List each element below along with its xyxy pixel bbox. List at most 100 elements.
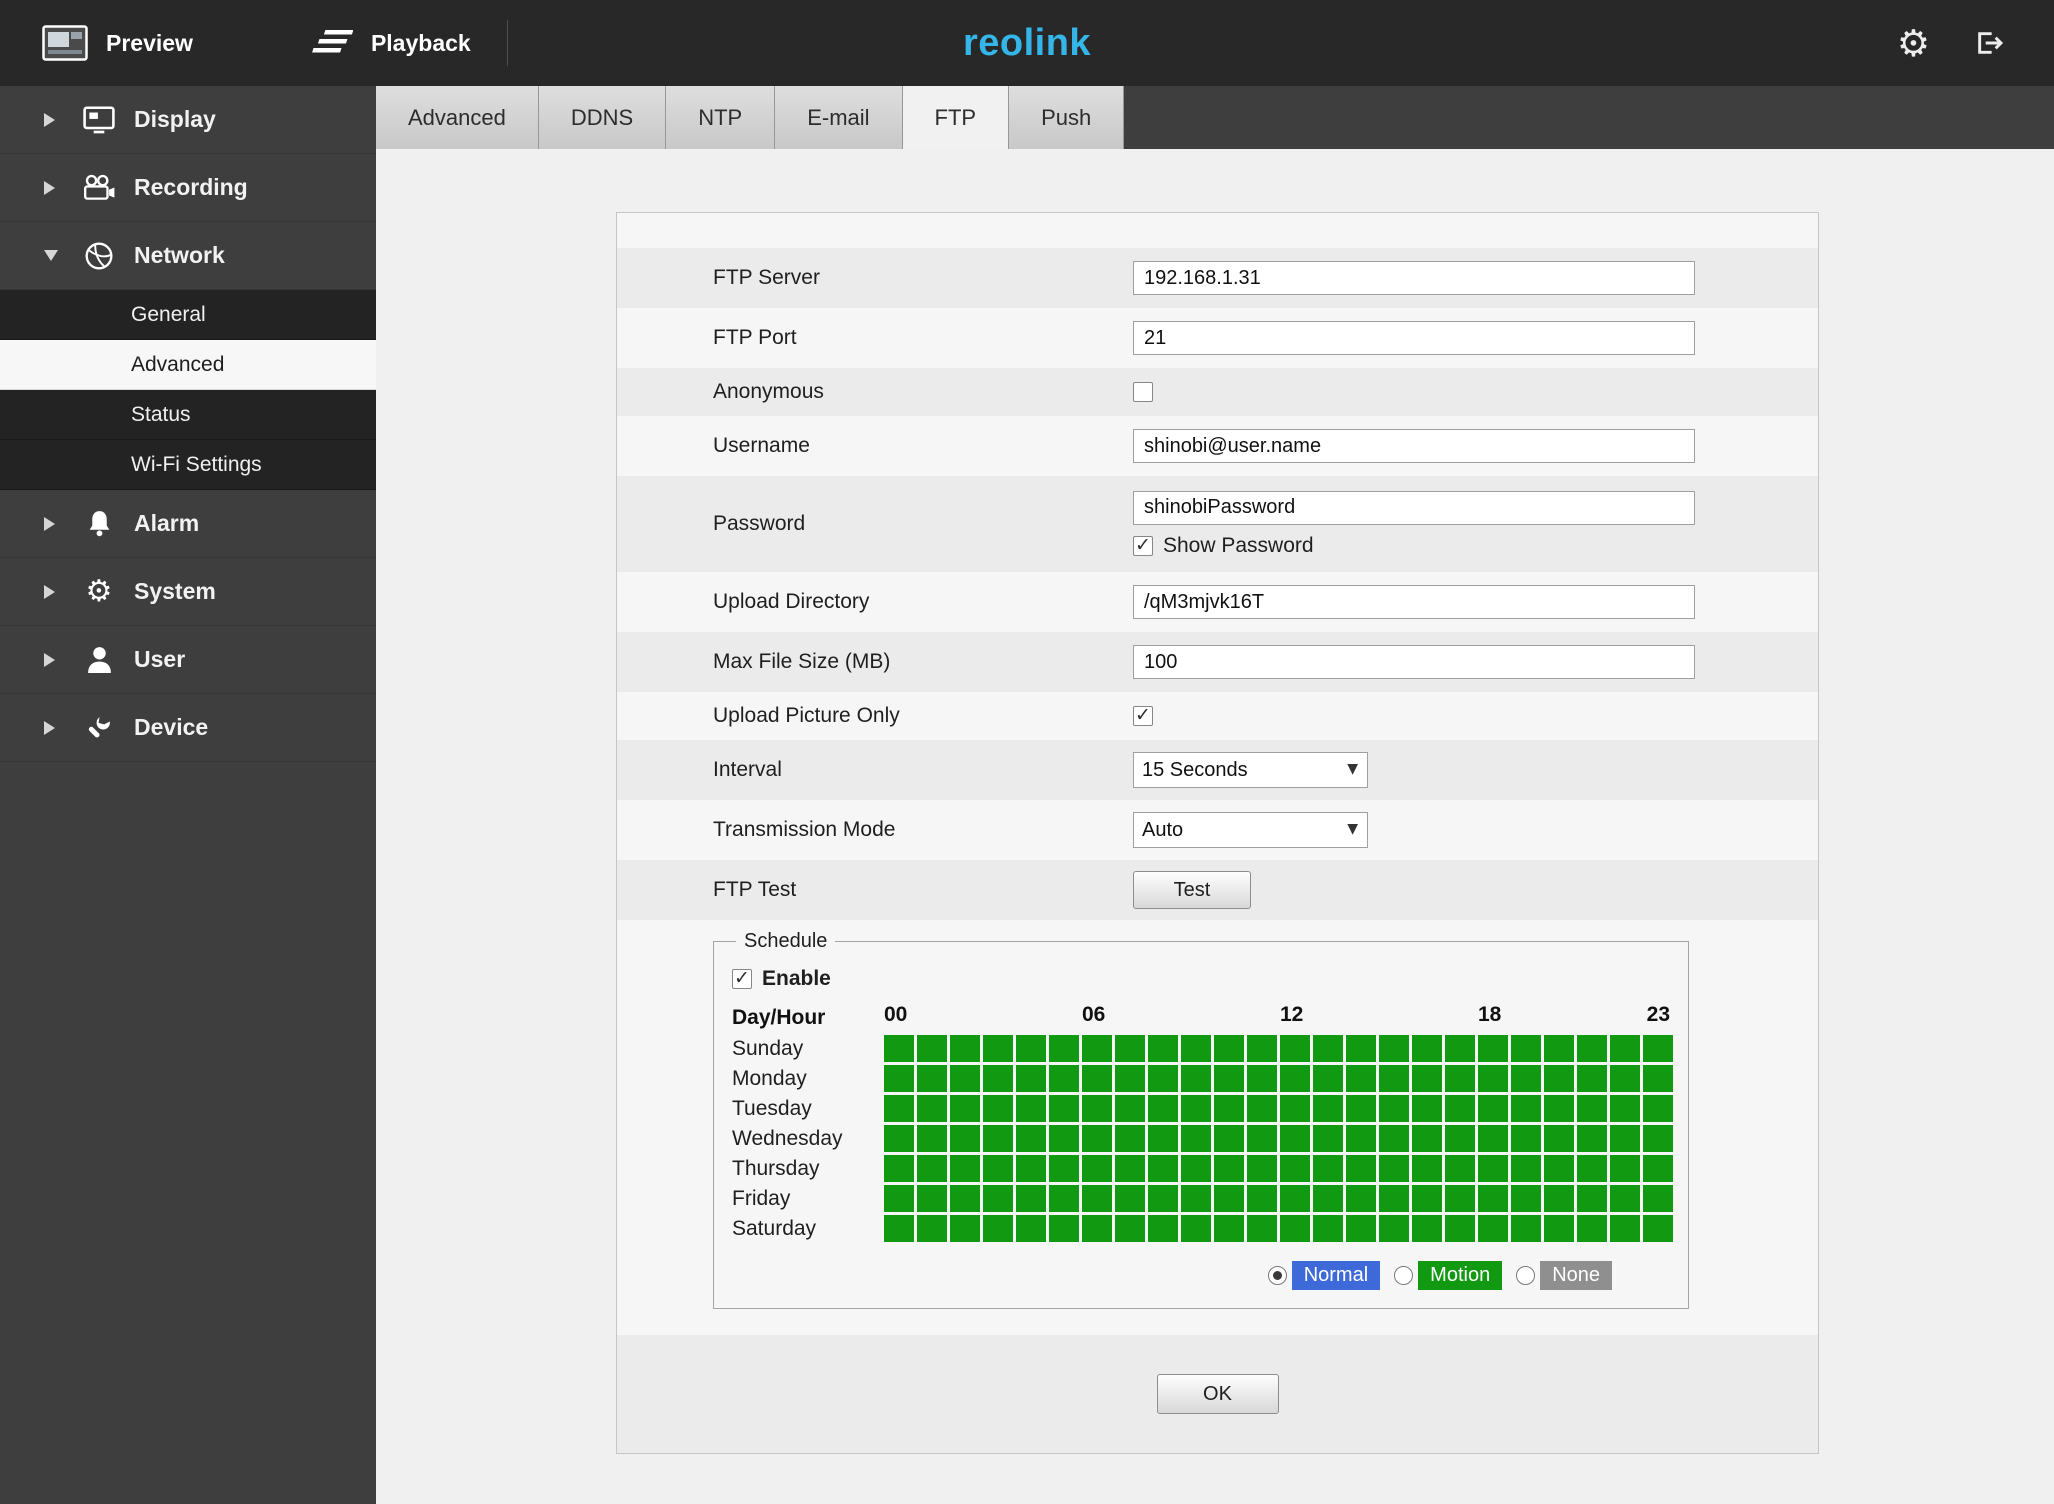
- schedule-cell[interactable]: [1610, 1155, 1640, 1182]
- schedule-cell[interactable]: [1478, 1185, 1508, 1212]
- schedule-cell[interactable]: [917, 1035, 947, 1062]
- schedule-cell[interactable]: [1313, 1215, 1343, 1242]
- schedule-cell[interactable]: [1346, 1215, 1376, 1242]
- username-input[interactable]: [1133, 429, 1695, 463]
- schedule-cell[interactable]: [1412, 1065, 1442, 1092]
- schedule-cell[interactable]: [1544, 1155, 1574, 1182]
- schedule-cell[interactable]: [917, 1095, 947, 1122]
- schedule-cell[interactable]: [1016, 1215, 1046, 1242]
- schedule-cell[interactable]: [1280, 1215, 1310, 1242]
- schedule-cell[interactable]: [1049, 1155, 1079, 1182]
- tab-email[interactable]: E-mail: [775, 86, 903, 149]
- schedule-cell[interactable]: [1412, 1095, 1442, 1122]
- sidebar-subitem-wifi-settings[interactable]: Wi-Fi Settings: [0, 440, 376, 490]
- schedule-cell[interactable]: [1214, 1155, 1244, 1182]
- schedule-cell[interactable]: [1544, 1095, 1574, 1122]
- schedule-cell[interactable]: [1016, 1155, 1046, 1182]
- schedule-cell[interactable]: [1445, 1125, 1475, 1152]
- schedule-cell[interactable]: [1577, 1095, 1607, 1122]
- schedule-cell[interactable]: [1610, 1035, 1640, 1062]
- upload-directory-input[interactable]: [1133, 585, 1695, 619]
- schedule-cell[interactable]: [1445, 1065, 1475, 1092]
- schedule-cell[interactable]: [950, 1215, 980, 1242]
- schedule-cell[interactable]: [1643, 1125, 1673, 1152]
- max-file-size-input[interactable]: [1133, 645, 1695, 679]
- sidebar-item-system[interactable]: ⚙ System: [0, 558, 376, 626]
- schedule-cell[interactable]: [1082, 1065, 1112, 1092]
- schedule-cell[interactable]: [1445, 1215, 1475, 1242]
- schedule-cell[interactable]: [1049, 1095, 1079, 1122]
- schedule-enable-toggle[interactable]: Enable: [732, 957, 1674, 1001]
- schedule-cell[interactable]: [1511, 1155, 1541, 1182]
- tab-push[interactable]: Push: [1009, 86, 1125, 149]
- schedule-cell[interactable]: [1511, 1215, 1541, 1242]
- schedule-cell[interactable]: [983, 1065, 1013, 1092]
- schedule-cell[interactable]: [1247, 1095, 1277, 1122]
- schedule-cell[interactable]: [884, 1095, 914, 1122]
- tab-ntp[interactable]: NTP: [666, 86, 776, 149]
- schedule-cell[interactable]: [1181, 1125, 1211, 1152]
- schedule-cell[interactable]: [1049, 1035, 1079, 1062]
- schedule-cell[interactable]: [1643, 1065, 1673, 1092]
- schedule-cell[interactable]: [1247, 1155, 1277, 1182]
- schedule-cell[interactable]: [917, 1125, 947, 1152]
- schedule-cell[interactable]: [1346, 1185, 1376, 1212]
- schedule-cell[interactable]: [1478, 1155, 1508, 1182]
- schedule-cell[interactable]: [1016, 1095, 1046, 1122]
- sidebar-subitem-advanced[interactable]: Advanced: [0, 340, 376, 390]
- schedule-cell[interactable]: [983, 1095, 1013, 1122]
- schedule-cell[interactable]: [884, 1215, 914, 1242]
- mode-chip-none[interactable]: None: [1540, 1261, 1612, 1290]
- ftp-port-input[interactable]: [1133, 321, 1695, 355]
- schedule-cell[interactable]: [1610, 1125, 1640, 1152]
- schedule-cell[interactable]: [1313, 1095, 1343, 1122]
- mode-radio-motion[interactable]: [1394, 1266, 1414, 1285]
- schedule-cell[interactable]: [884, 1185, 914, 1212]
- schedule-cell[interactable]: [1610, 1215, 1640, 1242]
- ftp-server-input[interactable]: [1133, 261, 1695, 295]
- schedule-cell[interactable]: [983, 1035, 1013, 1062]
- sidebar-item-recording[interactable]: Recording: [0, 154, 376, 222]
- schedule-cell[interactable]: [1313, 1155, 1343, 1182]
- schedule-cell[interactable]: [1214, 1185, 1244, 1212]
- playback-button[interactable]: Playback: [305, 25, 471, 61]
- schedule-cell[interactable]: [1478, 1035, 1508, 1062]
- tab-ftp[interactable]: FTP: [902, 86, 1010, 149]
- schedule-cell[interactable]: [1016, 1185, 1046, 1212]
- schedule-cell[interactable]: [884, 1155, 914, 1182]
- schedule-cell[interactable]: [1214, 1095, 1244, 1122]
- schedule-cell[interactable]: [1511, 1095, 1541, 1122]
- schedule-cell[interactable]: [1577, 1065, 1607, 1092]
- mode-radio-normal[interactable]: [1267, 1266, 1287, 1285]
- schedule-cell[interactable]: [1016, 1035, 1046, 1062]
- schedule-cell[interactable]: [1511, 1185, 1541, 1212]
- schedule-cell[interactable]: [1148, 1035, 1178, 1062]
- schedule-cell[interactable]: [1478, 1095, 1508, 1122]
- schedule-cell[interactable]: [1049, 1065, 1079, 1092]
- schedule-cell[interactable]: [1247, 1035, 1277, 1062]
- schedule-cell[interactable]: [1511, 1125, 1541, 1152]
- schedule-cell[interactable]: [1577, 1215, 1607, 1242]
- interval-select[interactable]: 15 Seconds: [1133, 752, 1368, 788]
- ftp-test-button[interactable]: Test: [1133, 871, 1251, 909]
- schedule-cell[interactable]: [1445, 1155, 1475, 1182]
- schedule-cell[interactable]: [1016, 1065, 1046, 1092]
- schedule-cell[interactable]: [1412, 1035, 1442, 1062]
- schedule-cell[interactable]: [1478, 1215, 1508, 1242]
- schedule-cell[interactable]: [1379, 1155, 1409, 1182]
- schedule-cell[interactable]: [1379, 1215, 1409, 1242]
- schedule-cell[interactable]: [1610, 1185, 1640, 1212]
- schedule-cell[interactable]: [1082, 1155, 1112, 1182]
- schedule-cell[interactable]: [1346, 1065, 1376, 1092]
- schedule-cell[interactable]: [1115, 1185, 1145, 1212]
- schedule-cell[interactable]: [1511, 1035, 1541, 1062]
- schedule-cell[interactable]: [917, 1155, 947, 1182]
- sidebar-subitem-status[interactable]: Status: [0, 390, 376, 440]
- schedule-cell[interactable]: [1412, 1185, 1442, 1212]
- schedule-cell[interactable]: [950, 1095, 980, 1122]
- schedule-cell[interactable]: [1148, 1095, 1178, 1122]
- anonymous-checkbox[interactable]: [1133, 382, 1153, 402]
- schedule-cell[interactable]: [1181, 1065, 1211, 1092]
- schedule-cell[interactable]: [1412, 1125, 1442, 1152]
- schedule-cell[interactable]: [950, 1125, 980, 1152]
